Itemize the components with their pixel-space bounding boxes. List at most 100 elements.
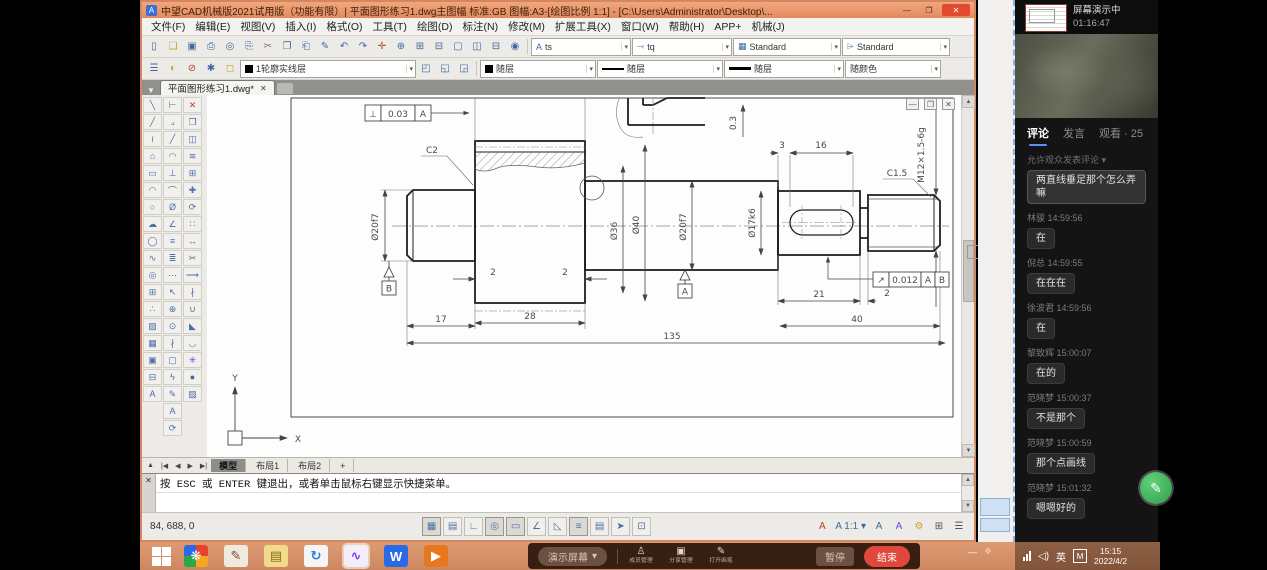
new-tab-button[interactable] — [277, 83, 293, 94]
dim-update-tool-button[interactable]: ⟳ — [163, 420, 182, 436]
explode-tool-button[interactable]: ✳ — [183, 352, 202, 368]
annotation-scale-button[interactable]: A 1:1 ▾ — [835, 519, 866, 535]
dim-style-combo[interactable]: ⤙ tq ▾ — [632, 38, 732, 56]
annotate-pen-button[interactable]: ✎ 打开画笔 — [708, 547, 734, 565]
minimize-icon[interactable]: — — [968, 547, 977, 557]
text-style-combo[interactable]: A ts ▾ — [531, 38, 631, 56]
color-combo[interactable]: 随层 ▾ — [480, 60, 596, 78]
app-zwcad-taskbar-button[interactable]: ∿ — [344, 545, 368, 567]
construction-line-tool-button[interactable]: ╱ — [143, 114, 162, 130]
layer-bulb-button[interactable]: ◐ — [164, 61, 182, 77]
continue-dim-tool-button[interactable]: ⋯ — [163, 267, 182, 283]
layout-nav-button[interactable]: ▶| — [198, 462, 209, 470]
menu-item[interactable]: 帮助(H) — [664, 19, 710, 34]
annotation-toggle-toggle[interactable]: ⊡ — [632, 517, 651, 536]
rectangle-tool-button[interactable]: ▭ — [143, 165, 162, 181]
add-layout-button[interactable]: + — [332, 459, 354, 472]
clean-screen-button[interactable]: ⊞ — [932, 519, 946, 535]
diameter-dim-tool-button[interactable]: Ø — [163, 199, 182, 215]
revision-cloud-tool-button[interactable]: ☁ — [143, 216, 162, 232]
layer-off-button[interactable]: ⊘ — [183, 61, 201, 77]
menu-item[interactable]: 文件(F) — [146, 19, 190, 34]
osnap-toggle[interactable]: ▭ — [506, 517, 525, 536]
circle-tool-button[interactable]: ○ — [143, 199, 162, 215]
title-bar[interactable]: A 中望CAD机械版2021试用版（功能有限）| 平面图形练习1.dwg主图幅 … — [142, 2, 974, 18]
menu-item[interactable]: 格式(O) — [321, 19, 367, 34]
gradient-tool-button[interactable]: ▦ — [143, 335, 162, 351]
zoom-window-button[interactable]: ⊞ — [411, 39, 429, 55]
layer-properties-button[interactable]: ☰ — [145, 61, 163, 77]
app-paint-taskbar-button[interactable]: ✎ — [224, 545, 248, 567]
smart-dim-tool-button[interactable]: ⊢ — [163, 97, 182, 113]
erase-tool-button[interactable]: ✕ — [183, 97, 202, 113]
grid-toggle[interactable]: ▦ — [422, 517, 441, 536]
menu-item[interactable]: 插入(I) — [280, 19, 321, 34]
document-tab[interactable]: 平面图形练习1.dwg* ✕ — [160, 80, 275, 95]
layout-nav-button[interactable]: ▲ — [145, 462, 156, 470]
mdi-restore-button[interactable]: ❐ — [924, 98, 937, 110]
chat-message-list[interactable]: 两直线垂足那个怎么弄嘛 林骏 14:59:56 在 倪总 14:59:55 — [1015, 168, 1158, 523]
share-screen-button[interactable]: 演示屏幕 ▾ — [538, 547, 607, 566]
text-tool-button[interactable]: A — [143, 386, 162, 402]
inspect-dim-tool-button[interactable]: ▢ — [163, 352, 182, 368]
help-button[interactable]: ◉ — [506, 39, 524, 55]
point-tool-button[interactable]: ∴ — [143, 301, 162, 317]
snap-toggle[interactable]: ▤ — [443, 517, 462, 536]
publish-button[interactable]: ⎘ — [240, 39, 258, 55]
chevron-down-icon[interactable]: ▾ — [940, 43, 947, 51]
app-video-taskbar-button[interactable]: ▶ — [424, 545, 448, 567]
annotation-float-button[interactable]: ✎ — [1140, 472, 1172, 504]
dim-break-tool-button[interactable]: ∤ — [163, 335, 182, 351]
menu-item[interactable]: 编辑(E) — [190, 19, 235, 34]
ortho-toggle[interactable]: ∟ — [464, 517, 483, 536]
menu-item[interactable]: 绘图(D) — [412, 19, 458, 34]
plot-button[interactable]: ⎙ — [202, 39, 220, 55]
dim-text-edit-tool-button[interactable]: A — [163, 403, 182, 419]
tab-menu-button[interactable]: ▼ — [144, 86, 158, 95]
layout-nav-button[interactable]: |◀ — [159, 462, 170, 470]
tab-layout2[interactable]: 布局2 — [290, 459, 330, 472]
otrack-toggle[interactable]: ∠ — [527, 517, 546, 536]
scroll-down-icon[interactable]: ▼ — [962, 444, 975, 457]
insert-block-tool-button[interactable]: ⊞ — [143, 284, 162, 300]
jogged-dim-tool-button[interactable]: ϟ — [163, 369, 182, 385]
maximize-button[interactable]: ❐ — [920, 4, 938, 16]
zoom-realtime-button[interactable]: ⊕ — [392, 39, 410, 55]
polar-toggle[interactable]: ◎ — [485, 517, 504, 536]
copy-obj-tool-button[interactable]: ❐ — [183, 114, 202, 130]
arc-tool-button[interactable]: ◠ — [143, 182, 162, 198]
menu-item[interactable]: 扩展工具(X) — [550, 19, 616, 34]
region-tool-button[interactable]: ▣ — [143, 352, 162, 368]
quick-dim-tool-button[interactable]: ≡ — [163, 233, 182, 249]
viewport-three-button[interactable]: ⊟ — [487, 39, 505, 55]
chevron-down-icon[interactable]: ▾ — [406, 65, 413, 73]
chevron-down-icon[interactable]: ▾ — [834, 65, 841, 73]
end-share-button[interactable]: 结束 — [864, 546, 910, 567]
trim-tool-button[interactable]: ✂ — [183, 250, 202, 266]
minimize-button[interactable]: — — [898, 4, 916, 16]
linear-dim-tool-button[interactable]: ⟓ — [163, 114, 182, 130]
app-wps-taskbar-button[interactable]: W — [384, 545, 408, 567]
line-tool-button[interactable]: ╲ — [143, 97, 162, 113]
tab-speak[interactable]: 发言 — [1063, 125, 1085, 146]
menu-item[interactable]: 视图(V) — [235, 19, 280, 34]
webcam-video[interactable] — [1015, 34, 1158, 118]
mdi-close-button[interactable]: ✕ — [942, 98, 955, 110]
chamfer-tool-button[interactable]: ◣ — [183, 318, 202, 334]
mleader-style-combo[interactable]: ⌲ Standard ▾ — [842, 38, 950, 56]
angular-dim-tool-button[interactable]: ∠ — [163, 216, 182, 232]
arc-length-dim-tool-button[interactable]: ◠ — [163, 148, 182, 164]
vertical-scrollbar[interactable]: ▲ ▼ — [961, 95, 974, 457]
aligned-dim-tool-button[interactable]: ╱ — [163, 131, 182, 147]
scroll-up-icon[interactable]: ▲ — [962, 95, 975, 108]
lock-viewport-button[interactable]: ◰ — [417, 61, 435, 77]
drawing-canvas[interactable]: — ❐ ✕ — [207, 95, 961, 457]
app-remote-taskbar-button[interactable]: ↻ — [304, 545, 328, 567]
offset-tool-button[interactable]: ≋ — [183, 148, 202, 164]
viewport-two-button[interactable]: ◫ — [468, 39, 486, 55]
table-style-combo[interactable]: ▦ Standard ▾ — [733, 38, 841, 56]
dyn-ucs-toggle[interactable]: ◺ — [548, 517, 567, 536]
linetype-combo[interactable]: 随层 ▾ — [597, 60, 723, 78]
chevron-down-icon[interactable]: ▾ — [831, 43, 838, 51]
clock[interactable]: 15:15 2022/4/2 — [1094, 546, 1127, 566]
